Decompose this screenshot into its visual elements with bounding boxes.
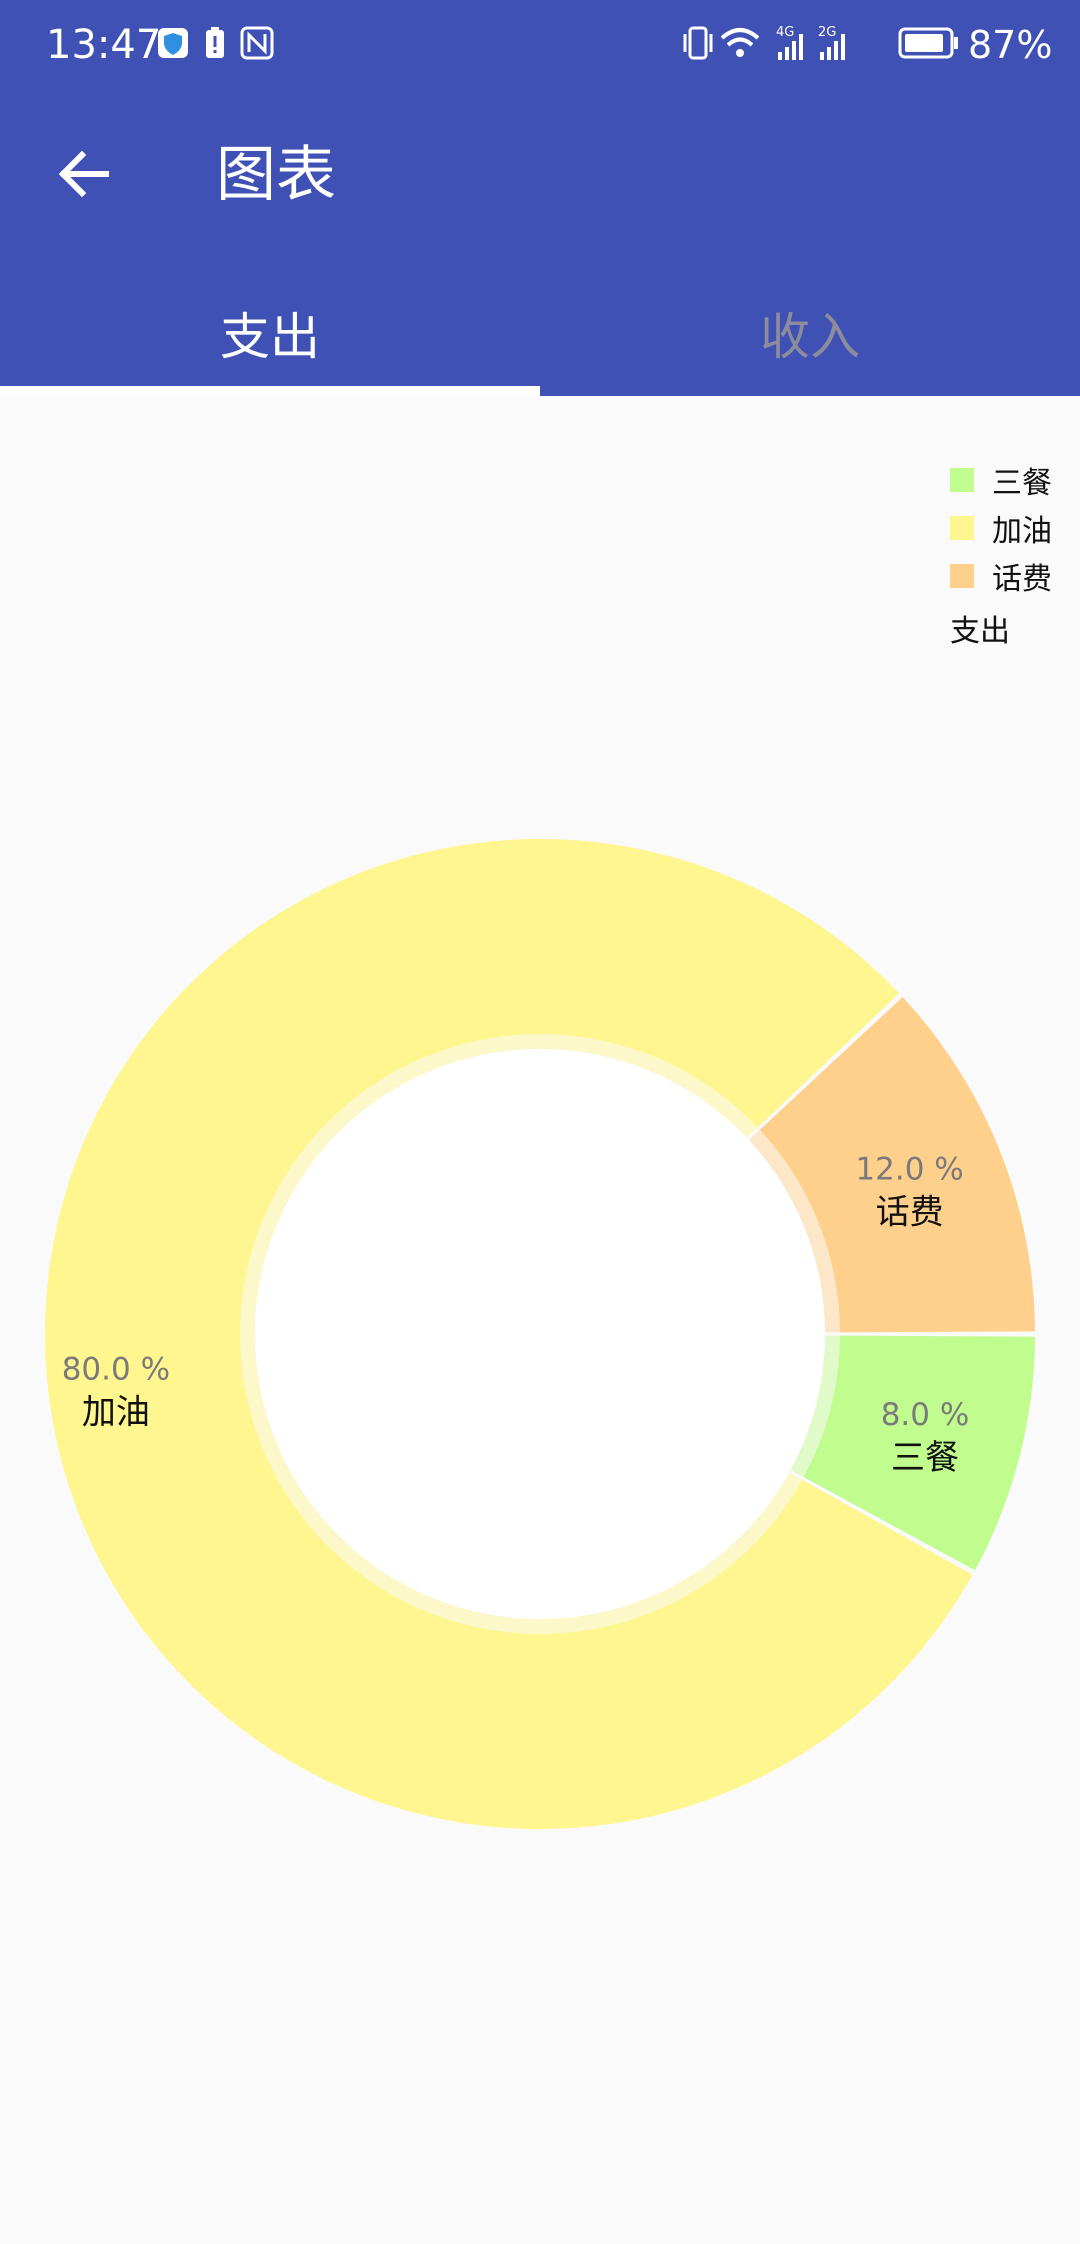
arrow-left-icon <box>58 150 109 198</box>
legend-item: 话费 <box>940 552 1070 600</box>
pie-category-label: 加油 <box>82 1393 150 1433</box>
status-system-icons: 4G 2G <box>683 25 958 60</box>
status-time: 13:47 <box>46 22 162 68</box>
signal-4g-icon: 4G <box>776 25 803 60</box>
app-header: 13:47 4G 2G 87% 图表 支出 收入 <box>0 0 1080 396</box>
battery-percent: 87% <box>968 23 1053 67</box>
wifi-icon <box>720 28 760 57</box>
tab-bar: 支出 收入 <box>0 270 1080 396</box>
toolbar: 图表 <box>0 90 1080 260</box>
pie-percent-label: 8.0 % <box>881 1397 970 1433</box>
chart-legend: 三餐 加油 话费 支出 <box>940 456 1070 650</box>
legend-item: 三餐 <box>940 456 1070 504</box>
legend-item: 加油 <box>940 504 1070 552</box>
tab-indicator <box>0 386 540 396</box>
legend-label: 话费 <box>992 562 1052 597</box>
status-notification-icons <box>158 26 274 60</box>
chart-area: 三餐 加油 话费 支出 8.0 % 三餐 80.0 % 加油 12.0 % 话费 <box>0 396 1080 2244</box>
legend-swatch <box>950 516 974 540</box>
page-title: 图表 <box>216 140 336 210</box>
legend-label: 三餐 <box>992 466 1052 501</box>
donut-hole <box>255 1049 825 1619</box>
battery-icon <box>898 27 958 59</box>
tab-expense[interactable]: 支出 <box>0 270 540 396</box>
legend-swatch <box>950 564 974 588</box>
legend-swatch <box>950 468 974 492</box>
nfc-icon <box>240 26 274 60</box>
legend-caption: 支出 <box>950 614 1010 649</box>
pie-percent-label: 12.0 % <box>855 1152 963 1188</box>
vibrate-icon <box>683 26 713 60</box>
status-bar: 13:47 4G 2G 87% <box>0 0 1080 90</box>
pie-category-label: 话费 <box>876 1193 944 1233</box>
tab-income[interactable]: 收入 <box>540 270 1080 396</box>
battery-alert-icon <box>206 27 224 58</box>
legend-label: 加油 <box>992 514 1052 549</box>
svg-text:4G: 4G <box>776 25 794 40</box>
back-button[interactable] <box>36 126 132 222</box>
svg-text:2G: 2G <box>818 25 836 40</box>
shield-icon <box>158 28 188 58</box>
donut-chart[interactable]: 8.0 % 三餐 80.0 % 加油 12.0 % 话费 <box>0 776 1080 1916</box>
pie-percent-label: 80.0 % <box>62 1352 170 1388</box>
signal-2g-icon: 2G <box>818 25 845 60</box>
pie-category-label: 三餐 <box>891 1438 959 1478</box>
